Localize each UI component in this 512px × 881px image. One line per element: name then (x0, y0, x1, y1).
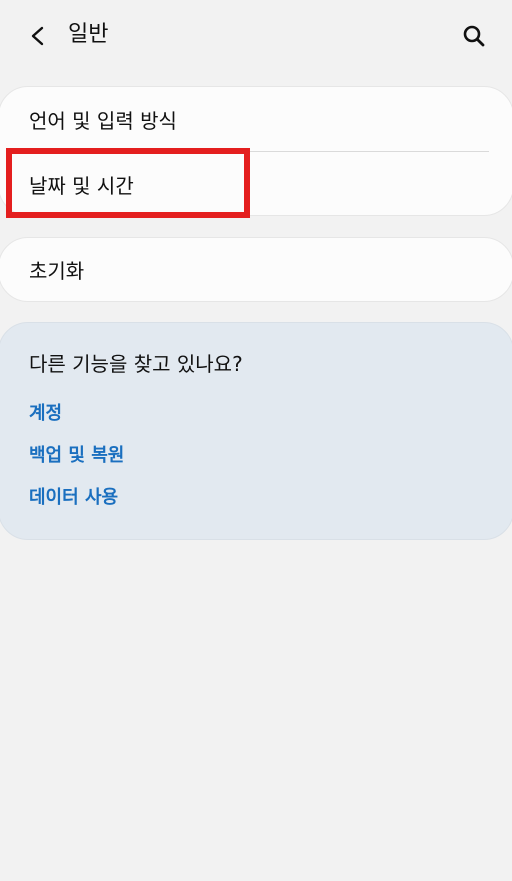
reset-item[interactable]: 초기화 (0, 238, 512, 301)
link-backup-restore[interactable]: 백업 및 복원 (29, 441, 124, 467)
search-icon (463, 25, 485, 47)
date-time-label: 날짜 및 시간 (29, 173, 134, 198)
settings-group-card: 언어 및 입력 방식 날짜 및 시간 (0, 86, 512, 216)
reset-label: 초기화 (29, 259, 85, 283)
chevron-left-icon (31, 26, 44, 46)
suggestion-panel: 다른 기능을 찾고 있나요? 계정 백업 및 복원 데이터 사용 (0, 322, 512, 540)
back-button[interactable] (20, 18, 56, 54)
link-account[interactable]: 계정 (29, 399, 62, 425)
reset-card: 초기화 (0, 237, 512, 302)
settings-general-screen: 일반 언어 및 입력 방식 날짜 및 시간 초기화 다른 기능을 찾고 있나요?… (0, 0, 512, 881)
page-title: 일반 (68, 22, 109, 47)
language-input-item[interactable]: 언어 및 입력 방식 (0, 87, 512, 151)
search-button[interactable] (456, 18, 492, 54)
language-input-label: 언어 및 입력 방식 (29, 108, 177, 133)
date-time-item[interactable]: 날짜 및 시간 (0, 152, 512, 216)
link-data-usage[interactable]: 데이터 사용 (29, 483, 118, 509)
suggestion-title: 다른 기능을 찾고 있나요? (29, 352, 243, 376)
header: 일반 (0, 0, 512, 70)
